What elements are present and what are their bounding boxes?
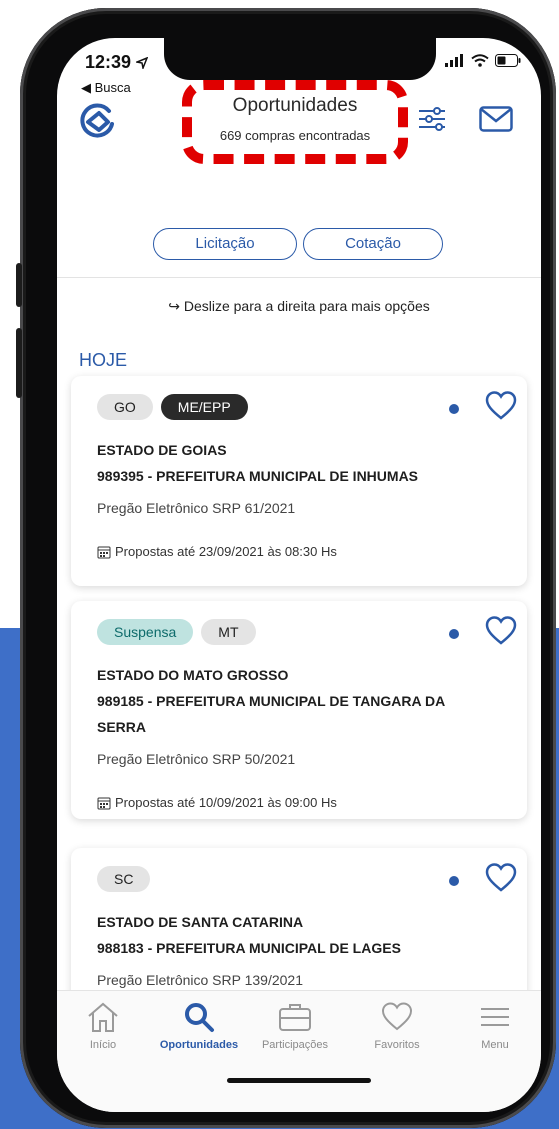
battery-icon	[495, 54, 521, 67]
card-org-line2: SERRA	[97, 719, 147, 735]
opportunity-card[interactable]: GO ME/EPP ESTADO DE GOIAS 989395 - PREFE…	[71, 376, 527, 586]
card-tags: GO ME/EPP	[97, 394, 248, 420]
tab-bar: Início Oportunidades Participações Favor…	[57, 990, 541, 1112]
me-epp-tag: ME/EPP	[160, 394, 248, 420]
card-deadline: Propostas até 10/09/2021 às 09:00 Hs	[97, 795, 337, 810]
tab-cotacao[interactable]: Cotação	[303, 228, 443, 260]
card-org: 989395 - PREFEITURA MUNICIPAL DE INHUMAS	[97, 468, 419, 484]
highlight-box	[182, 80, 408, 164]
status-right-icons	[445, 54, 521, 67]
tab-label: Participações	[261, 1039, 329, 1051]
unread-dot	[449, 876, 459, 886]
heart-icon[interactable]	[485, 862, 517, 894]
tab-label: Oportunidades	[159, 1039, 239, 1051]
unread-dot	[449, 404, 459, 414]
uf-tag: GO	[97, 394, 153, 420]
signal-icon	[445, 54, 463, 67]
calendar-icon	[97, 797, 111, 809]
wifi-icon	[471, 54, 489, 67]
card-modality: Pregão Eletrônico SRP 50/2021	[97, 751, 296, 767]
results-count: 669 compras encontradas	[219, 128, 371, 143]
opportunity-card[interactable]: Suspensa MT ESTADO DO MATO GROSSO 989185…	[71, 601, 527, 819]
card-tags: Suspensa MT	[97, 619, 256, 645]
card-state: ESTADO DE SANTA CATARINA	[97, 914, 304, 930]
tab-label: Menu	[481, 1039, 509, 1051]
tab-participacoes[interactable]: Participações	[247, 1001, 343, 1051]
card-modality: Pregão Eletrônico SRP 139/2021	[97, 972, 303, 988]
heart-icon	[381, 1002, 413, 1031]
tab-licitacao[interactable]: Licitação	[153, 228, 297, 260]
app-logo-icon[interactable]	[79, 100, 117, 138]
status-time-text: 12:39	[85, 52, 132, 72]
card-deadline-text: Propostas até 23/09/2021 às 08:30 Hs	[115, 544, 337, 559]
home-icon	[88, 1002, 118, 1032]
calendar-icon	[97, 546, 111, 558]
tab-menu[interactable]: Menu	[447, 1001, 541, 1051]
search-icon	[185, 1003, 214, 1032]
card-tags: SC	[97, 866, 151, 892]
card-modality: Pregão Eletrônico SRP 61/2021	[97, 500, 296, 516]
filter-icon[interactable]	[417, 104, 447, 134]
card-state: ESTADO DO MATO GROSSO	[97, 667, 289, 683]
status-back-link[interactable]: ◀ Busca	[81, 80, 131, 96]
tab-label: Favoritos	[374, 1039, 420, 1051]
menu-icon	[481, 1008, 509, 1026]
tab-oportunidades[interactable]: Oportunidades	[151, 1001, 247, 1051]
tab-favoritos[interactable]: Favoritos	[349, 1001, 445, 1051]
page-title: Oportunidades	[232, 95, 358, 116]
status-badge: Suspensa	[97, 619, 194, 645]
uf-tag: SC	[97, 866, 151, 892]
location-arrow-icon	[134, 56, 149, 71]
heart-icon[interactable]	[485, 615, 517, 647]
screen: 12:39 ◀ Busca Oportunidades 669 compras …	[57, 38, 541, 1112]
section-label: HOJE	[79, 350, 128, 370]
home-indicator[interactable]	[227, 1078, 371, 1083]
unread-dot	[449, 629, 459, 639]
side-button	[16, 263, 22, 307]
stage: 12:39 ◀ Busca Oportunidades 669 compras …	[0, 0, 559, 1129]
card-deadline: Propostas até 23/09/2021 às 08:30 Hs	[97, 544, 337, 559]
uf-tag: MT	[201, 619, 256, 645]
card-org: 988183 - PREFEITURA MUNICIPAL DE LAGES	[97, 940, 401, 956]
notch	[164, 38, 436, 80]
mail-icon[interactable]	[479, 106, 513, 132]
card-state: ESTADO DE GOIAS	[97, 442, 227, 458]
tab-label: Início	[89, 1039, 117, 1051]
swipe-hint: ↪ Deslize para a direita para mais opçõe…	[168, 298, 430, 314]
status-time: 12:39	[85, 52, 149, 73]
briefcase-icon	[279, 1004, 311, 1031]
side-button	[16, 328, 22, 398]
tab-inicio[interactable]: Início	[57, 1001, 151, 1051]
heart-icon[interactable]	[485, 390, 517, 422]
card-deadline-text: Propostas até 10/09/2021 às 09:00 Hs	[115, 795, 337, 810]
card-org: 989185 - PREFEITURA MUNICIPAL DE TANGARA…	[97, 693, 446, 709]
